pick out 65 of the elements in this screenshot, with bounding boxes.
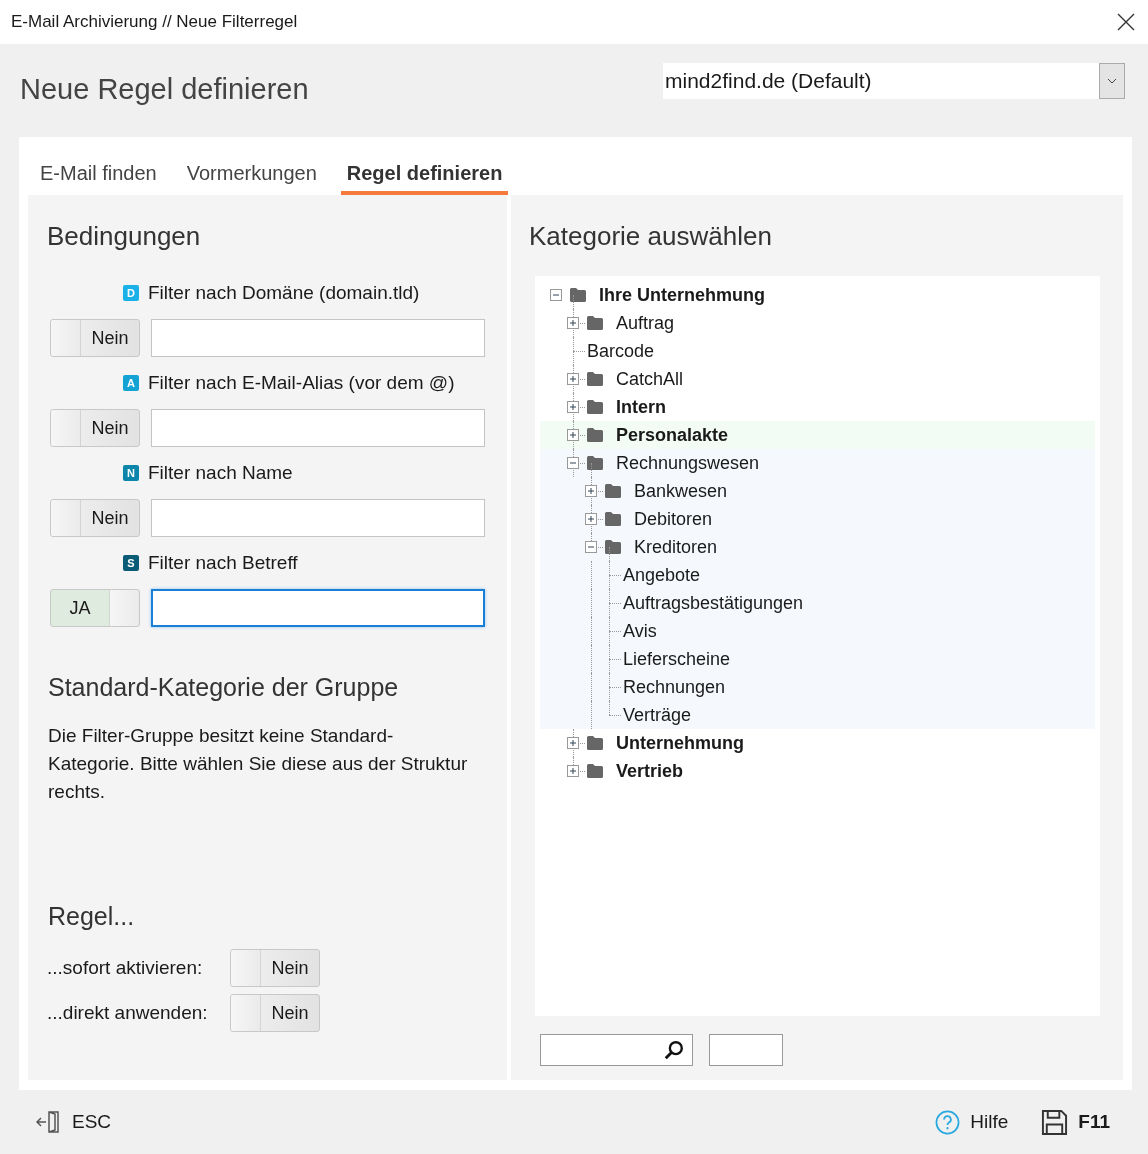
filter-label: Filter nach E-Mail-Alias (vor dem @) [148, 370, 455, 395]
info-text: Die Filter-Gruppe besitzt keine Standard-Kategorie. Bitte wählen Sie diese aus der Struktur rechts. [48, 723, 469, 804]
tree-item[interactable]: Lieferscheine [623, 645, 731, 673]
tree-item[interactable]: Intern [616, 393, 666, 421]
save-icon [1041, 1108, 1069, 1136]
expand-icon[interactable] [567, 429, 579, 441]
option-label: ...direkt anwenden: [47, 1000, 209, 1025]
esc-button[interactable]: ESC [36, 1107, 112, 1137]
expand-icon[interactable] [567, 373, 579, 385]
tree-item[interactable]: Angebote [623, 561, 701, 589]
expand-icon[interactable] [585, 513, 597, 525]
tree-item[interactable]: Debitoren [634, 505, 713, 533]
expand-icon[interactable] [567, 317, 579, 329]
page-heading: Neue Regel definieren [20, 72, 309, 107]
search-field[interactable] [540, 1034, 693, 1066]
tree-item[interactable]: Verträge [623, 701, 692, 729]
letter-badge: A [123, 375, 139, 391]
expand-icon[interactable] [567, 765, 579, 777]
save-button[interactable]: F11 [1041, 1107, 1110, 1137]
tree-item[interactable]: Rechnungen [623, 673, 726, 701]
filter-label: Filter nach Betreff [148, 550, 298, 575]
tree-item[interactable]: Unternehmung [616, 729, 744, 757]
text-input[interactable] [151, 409, 485, 447]
toggle-switch[interactable]: Nein [230, 949, 320, 987]
tab[interactable]: Vormerkungen [180, 155, 323, 195]
expand-icon[interactable] [567, 401, 579, 413]
text-input[interactable] [151, 319, 485, 357]
account-dropdown[interactable]: mind2find.de (Default) [663, 63, 1125, 99]
section-title: Kategorie auswählen [529, 220, 773, 253]
expand-icon[interactable] [567, 737, 579, 749]
tree-item[interactable]: Avis [623, 617, 657, 645]
toggle-switch[interactable]: Nein [50, 319, 140, 357]
close-icon[interactable] [1116, 12, 1136, 32]
collapse-icon[interactable] [567, 457, 579, 469]
toggle-switch[interactable]: Nein [50, 409, 140, 447]
tree-item[interactable]: Vertrieb [616, 757, 684, 785]
tree-item[interactable]: Barcode [587, 337, 655, 365]
toggle-switch[interactable]: Nein [230, 994, 320, 1032]
tree-item[interactable]: Bankwesen [634, 477, 728, 505]
tree-item[interactable]: Ihre Unternehmung [599, 281, 765, 309]
letter-badge: D [123, 285, 139, 301]
toggle-switch[interactable]: JA [50, 589, 140, 627]
section-title: Bedingungen [47, 220, 202, 253]
text-input[interactable] [151, 589, 485, 627]
tab[interactable]: E-Mail finden [34, 155, 163, 195]
toggle-switch[interactable]: Nein [50, 499, 140, 537]
letter-badge: S [123, 555, 139, 571]
section-title: Regel... [48, 900, 136, 932]
help-icon [935, 1109, 961, 1135]
text-input[interactable] [151, 499, 485, 537]
search-icon [663, 1039, 685, 1061]
window-title: E-Mail Archivierung // Neue Filterregel [11, 11, 298, 34]
section-title: Standard-Kategorie der Gruppe [48, 672, 400, 703]
filter-label: Filter nach Name [148, 460, 293, 485]
collapse-icon[interactable] [550, 289, 562, 301]
tree-item[interactable]: Kreditoren [634, 533, 718, 561]
filter-label: Filter nach Domäne (domain.tld) [148, 280, 420, 305]
option-label: ...sofort aktivieren: [47, 955, 204, 980]
tree-item[interactable]: CatchAll [616, 365, 684, 393]
input-field[interactable] [709, 1034, 783, 1066]
expand-icon[interactable] [585, 485, 597, 497]
help-button[interactable]: Hilfe [935, 1107, 1009, 1137]
collapse-icon[interactable] [585, 541, 597, 553]
tree-item[interactable]: Auftrag [616, 309, 675, 337]
letter-badge: N [123, 465, 139, 481]
